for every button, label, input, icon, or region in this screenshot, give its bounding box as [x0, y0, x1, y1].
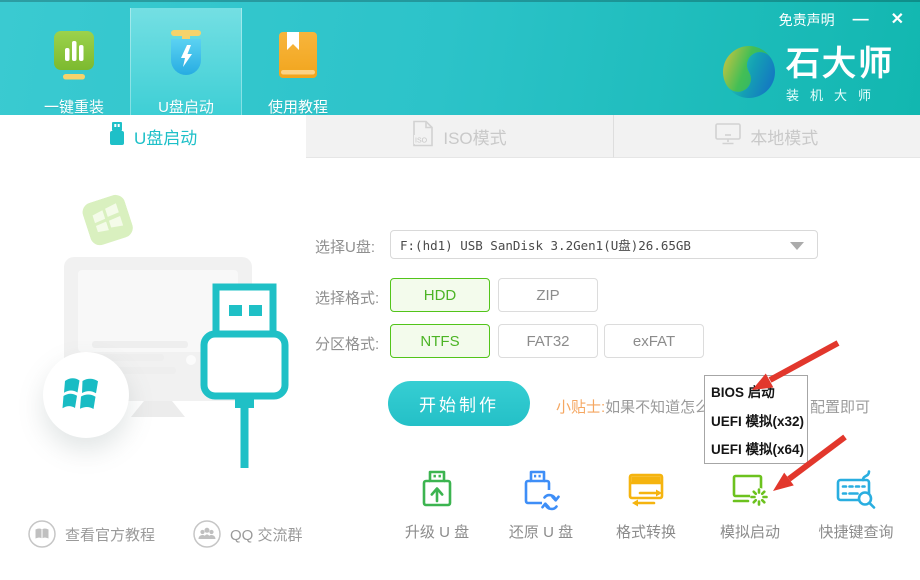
tab-local-mode[interactable]: 本地模式: [613, 115, 920, 158]
feature-label: 格式转换: [616, 521, 676, 542]
window-controls: 免责声明 — ✕: [779, 10, 908, 30]
simulate-boot-icon: [728, 468, 772, 512]
iso-icon-text: ISO: [415, 138, 428, 145]
nav-label: 使用教程: [268, 96, 328, 117]
tab-iso-mode[interactable]: ISO ISO模式: [306, 115, 612, 158]
link-label: 查看官方教程: [65, 524, 155, 545]
reinstall-icon: [51, 30, 97, 87]
usb-stick-icon: [109, 122, 125, 151]
feature-label: 模拟启动: [720, 521, 780, 542]
feature-format-convert[interactable]: 格式转换: [591, 468, 701, 542]
upgrade-usb-icon: [415, 468, 459, 512]
official-tutorial-link[interactable]: 查看官方教程: [28, 520, 155, 548]
nav-item-reinstall[interactable]: 一键重装: [18, 0, 130, 115]
popup-item-uefi-x64[interactable]: UEFI 模拟(x64): [711, 438, 801, 458]
tab-label: U盘启动: [134, 124, 197, 149]
start-make-button[interactable]: 开始制作: [388, 381, 530, 426]
brand-name: 石大师: [786, 46, 894, 82]
restore-usb-icon: [519, 468, 563, 512]
mode-tabs: U盘启动 ISO ISO模式 本地模式: [0, 115, 920, 158]
nav-item-tutorial[interactable]: 使用教程: [242, 0, 354, 115]
popup-item-uefi-x32[interactable]: UEFI 模拟(x32): [711, 410, 801, 430]
partition-option-fat32[interactable]: FAT32: [498, 324, 598, 358]
format-option-zip[interactable]: ZIP: [498, 278, 598, 312]
partition-label: 分区格式:: [315, 333, 379, 354]
popup-item-bios[interactable]: BIOS 启动: [711, 381, 801, 401]
tab-label: 本地模式: [750, 124, 818, 149]
nav-label: U盘启动: [158, 96, 214, 117]
monitor-stand-illustration: [131, 401, 185, 417]
nav-label: 一键重装: [44, 96, 104, 117]
book-circle-icon: [28, 520, 56, 548]
feature-simulate-boot[interactable]: 模拟启动: [695, 468, 805, 542]
tutorial-book-icon: [275, 30, 321, 87]
qq-group-icon: [193, 520, 221, 548]
windows-logo-badge: [43, 352, 129, 438]
windows-flag-icon: [62, 373, 110, 417]
feature-label: 还原 U 盘: [509, 521, 573, 542]
link-label: QQ 交流群: [230, 524, 303, 545]
iso-file-icon: ISO: [412, 120, 434, 152]
format-option-hdd[interactable]: HDD: [390, 278, 490, 312]
usb-select-label: 选择U盘:: [315, 236, 375, 257]
feature-label: 快捷键查询: [818, 521, 893, 542]
format-label: 选择格式:: [315, 287, 379, 308]
close-button[interactable]: ✕: [887, 11, 908, 29]
tip-prefix: 小贴士:: [556, 399, 605, 416]
main-nav: 一键重装 U盘启动: [18, 0, 354, 115]
brand-swirl-icon: [722, 44, 776, 105]
feature-restore-usb[interactable]: 还原 U 盘: [486, 468, 596, 542]
header: 一键重装 U盘启动: [0, 0, 920, 115]
tip-text: 小贴士:如果不知道怎么: [556, 396, 710, 417]
usb-boot-panel: 选择U盘: F:(hd1) USB SanDisk 3.2Gen1(U盘)26.…: [0, 158, 920, 580]
minimize-button[interactable]: —: [849, 11, 873, 29]
brand-logo: 石大师 装机大师: [722, 44, 894, 105]
feature-upgrade-usb[interactable]: 升级 U 盘: [382, 468, 492, 542]
tab-usb-boot[interactable]: U盘启动: [0, 115, 306, 158]
partition-option-exfat[interactable]: exFAT: [604, 324, 704, 358]
format-convert-icon: [624, 468, 668, 512]
feature-label: 升级 U 盘: [405, 521, 469, 542]
brand-subtitle: 装机大师: [786, 85, 894, 104]
usb-select-value: F:(hd1) USB SanDisk 3.2Gen1(U盘)26.65GB: [391, 235, 691, 254]
windows-tile-illustration: [80, 192, 136, 249]
disclaimer-link[interactable]: 免责声明: [779, 10, 835, 30]
partition-option-ntfs[interactable]: NTFS: [390, 324, 490, 358]
usb-select-dropdown[interactable]: F:(hd1) USB SanDisk 3.2Gen1(U盘)26.65GB: [390, 230, 818, 259]
app-window: 一键重装 U盘启动: [0, 0, 920, 580]
dropdown-caret-icon: [790, 242, 804, 250]
qq-group-link[interactable]: QQ 交流群: [193, 520, 303, 548]
local-monitor-icon: [715, 123, 741, 150]
feature-hotkey-search[interactable]: 快捷键查询: [801, 468, 911, 542]
usb-boot-shield-icon: [163, 30, 209, 87]
tip-text-suffix: 配置即可: [810, 396, 870, 417]
hotkey-search-icon: [834, 468, 878, 512]
usb-plug-illustration: [196, 282, 292, 475]
boot-mode-popup: BIOS 启动 UEFI 模拟(x32) UEFI 模拟(x64): [704, 375, 808, 464]
tab-label: ISO模式: [443, 124, 506, 149]
nav-item-usb-boot[interactable]: U盘启动: [130, 8, 242, 115]
